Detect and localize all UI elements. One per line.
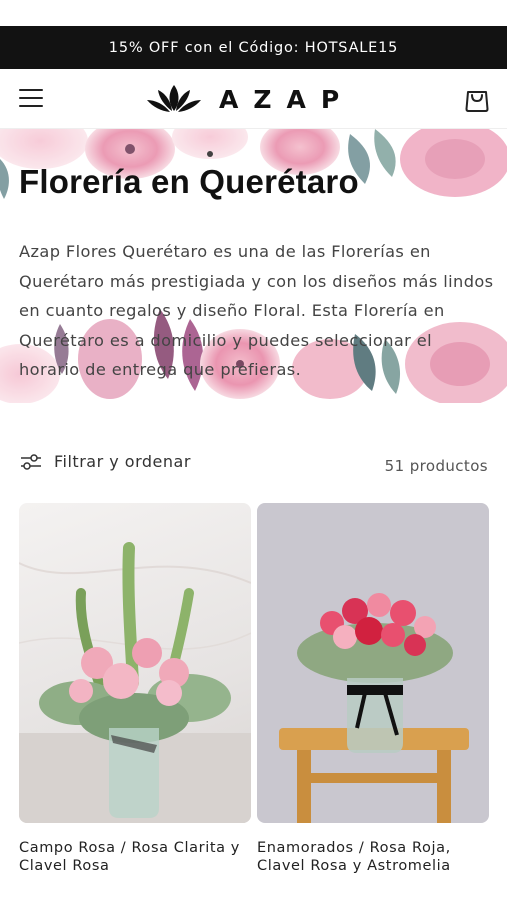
filter-sort-button[interactable]: Filtrar y ordenar: [20, 452, 191, 471]
product-title[interactable]: Campo Rosa / Rosa Clarita y Clavel Rosa: [19, 839, 251, 875]
filter-sort-label: Filtrar y ordenar: [54, 452, 191, 471]
collection-description: Azap Flores Querétaro es una de las Flor…: [19, 242, 494, 379]
announcement-bar: 15% OFF con el Código: HOTSALE15: [0, 26, 507, 69]
site-header: AZAP: [0, 69, 507, 129]
announcement-text: 15% OFF con el Código: HOTSALE15: [108, 39, 399, 56]
collection-hero: Florería en Querétaro Azap Flores Querét…: [0, 129, 507, 403]
status-strip: [0, 0, 507, 26]
logo[interactable]: AZAP: [145, 79, 354, 119]
product-title[interactable]: Enamorados / Rosa Roja, Clavel Rosa y As…: [257, 839, 489, 875]
filter-bar: Filtrar y ordenar 51 productos: [0, 448, 507, 484]
product-card[interactable]: Enamorados / Rosa Roja, Clavel Rosa y As…: [257, 503, 489, 875]
hamburger-menu-icon[interactable]: [16, 83, 46, 113]
product-card[interactable]: Campo Rosa / Rosa Clarita y Clavel Rosa: [19, 503, 251, 875]
product-image[interactable]: [257, 503, 489, 823]
shopping-bag-icon[interactable]: [462, 84, 492, 114]
page-title: Florería en Querétaro: [19, 163, 359, 200]
logo-text: AZAP: [219, 84, 355, 114]
sliders-icon: [21, 453, 41, 470]
product-count: 51 productos: [384, 457, 488, 475]
lotus-logo-icon: [147, 85, 201, 112]
product-image[interactable]: [19, 503, 251, 823]
